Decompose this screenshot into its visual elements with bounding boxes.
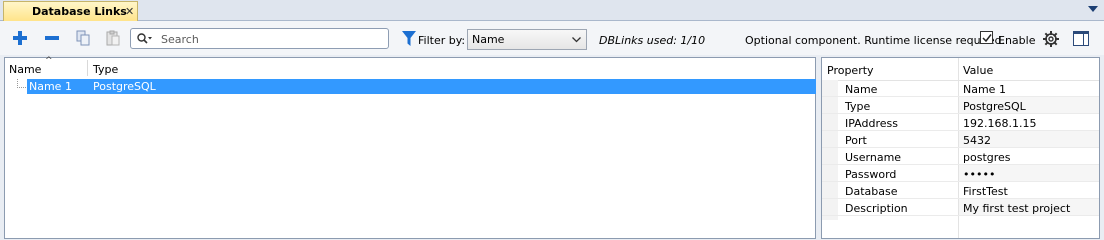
property-grid: Property Value Name Name 1 Type PostgreS… [821,57,1100,239]
list-header: Name ^ Type [5,56,815,78]
paste-icon[interactable] [104,29,122,47]
column-header-name[interactable]: Name [9,63,41,76]
property-value[interactable]: FirstTest [963,185,1008,198]
chevron-down-icon [571,34,582,48]
property-name: Username [845,151,902,164]
property-name: Name [845,83,878,96]
search-icon [137,33,153,48]
property-row-port[interactable]: Port 5432 [822,131,1099,148]
property-value[interactable]: Name 1 [963,83,1006,96]
copy-icon[interactable] [74,29,92,47]
filter-select-value: Name [472,33,505,46]
property-row-description[interactable]: Description My first test project [822,199,1099,216]
property-value[interactable]: 5432 [963,134,991,147]
property-value[interactable]: ••••• [963,168,995,181]
property-row-ipaddress[interactable]: IPAddress 192.168.1.15 [822,114,1099,131]
search-box[interactable] [130,28,389,49]
filter-select[interactable]: Name [467,29,587,50]
property-value[interactable]: My first test project [963,202,1070,215]
property-row-name[interactable]: Name Name 1 [822,80,1099,97]
property-name: Password [845,168,897,181]
property-value[interactable]: PostgreSQL [963,100,1026,113]
list-row[interactable]: Name 1 PostgreSQL [27,79,816,94]
enable-checkbox[interactable] [980,31,993,44]
property-grid-header: Property Value [822,58,1099,81]
tab-database-links[interactable]: Database Links ✕ [3,1,138,21]
db-links-list: Name ^ Type Name 1 PostgreSQL [4,56,816,239]
property-name: Type [845,100,871,113]
property-name: Database [845,185,898,198]
list-row-type: PostgreSQL [93,80,156,93]
sort-ascending-icon: ^ [45,56,53,66]
tab-menu-chevron-icon[interactable] [1088,6,1098,12]
checkmark-icon [981,33,992,42]
column-header-value: Value [963,64,994,77]
tab-title: Database Links [32,5,127,18]
column-header-type[interactable]: Type [93,63,118,76]
search-input[interactable] [159,31,388,48]
property-name: IPAddress [845,117,898,130]
tree-connector [17,79,26,88]
property-row-username[interactable]: Username postgres [822,148,1099,165]
filter-label: Filter by: [418,34,466,47]
property-name: Port [845,134,867,147]
list-row-name: Name 1 [29,80,72,93]
enable-label: Enable [998,34,1036,47]
license-note: Optional component. Runtime license requ… [745,34,1006,47]
dblinks-used-count: DBLinks used: 1/10 [599,34,706,47]
property-value[interactable]: 192.168.1.15 [963,117,1036,130]
property-value[interactable]: postgres [963,151,1011,164]
panel-toggle-icon[interactable] [1073,31,1089,49]
gear-icon[interactable] [1043,31,1059,50]
property-row-database[interactable]: Database FirstTest [822,182,1099,199]
toolbar: Filter by: Name DBLinks used: 1/10 Optio… [0,21,1104,55]
add-icon[interactable] [11,29,29,47]
tab-bar: Database Links ✕ [0,0,1104,21]
close-icon[interactable]: ✕ [125,5,134,18]
column-separator[interactable] [87,60,88,76]
property-row-password[interactable]: Password ••••• [822,165,1099,182]
remove-icon[interactable] [43,29,61,47]
column-header-property: Property [827,64,874,77]
filter-icon[interactable] [402,31,416,50]
property-name: Description [845,202,908,215]
property-row-type[interactable]: Type PostgreSQL [822,97,1099,114]
